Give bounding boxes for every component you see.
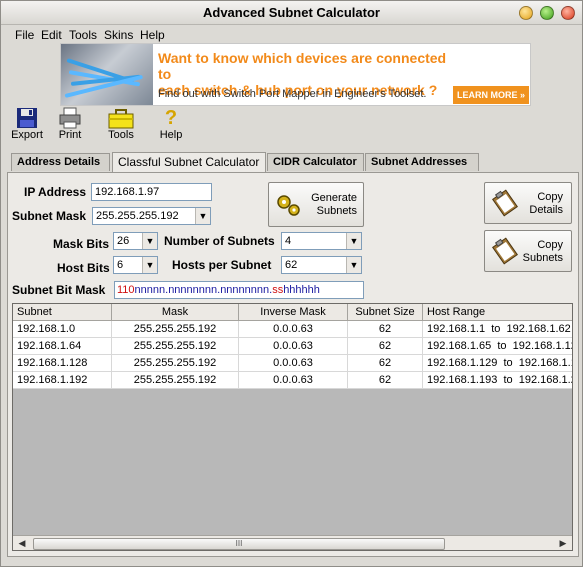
table-row[interactable]: 192.168.1.64 255.255.255.192 0.0.0.63 62… [13,338,572,355]
tools-button[interactable]: Tools [104,107,138,141]
help-button[interactable]: ? Help [158,107,184,141]
ad-banner[interactable]: Want to know which devices are connected… [60,43,531,106]
clipboard-icon [492,189,518,217]
number-of-subnets-label: Number of Subnets [164,234,275,248]
gears-icon [277,195,300,216]
host-bits-label: Host Bits [57,261,110,275]
generate-subnets-button[interactable]: Generate Subnets [268,182,364,227]
copy-details-button[interactable]: Copy Details [484,182,572,224]
menu-bar: File Edit Tools Skins Help [1,26,582,44]
minimize-button[interactable] [519,6,533,20]
table-row[interactable]: 192.168.1.128 255.255.255.192 0.0.0.63 6… [13,355,572,372]
table-row[interactable]: 192.168.1.192 255.255.255.192 0.0.0.63 6… [13,372,572,389]
tab-address-details[interactable]: Address Details [11,153,110,171]
toolbar: Export Print Tools ? Help [1,107,582,149]
horizontal-scrollbar[interactable]: ◀ III ▶ [13,535,572,550]
tab-classful-subnet-calculator[interactable]: Classful Subnet Calculator [112,152,266,172]
printer-icon [59,107,81,129]
close-button[interactable] [561,6,575,20]
floppy-disk-icon [17,108,37,128]
column-header-host-range[interactable]: Host Range [423,304,572,321]
column-header-inverse-mask[interactable]: Inverse Mask [239,304,348,321]
title-bar[interactable]: Advanced Subnet Calculator [1,1,582,25]
maximize-button[interactable] [540,6,554,20]
scroll-left-icon[interactable]: ◀ [14,536,30,550]
chevron-down-icon[interactable]: ▼ [346,233,361,249]
learn-more-button[interactable]: LEARN MORE » [453,86,529,104]
scroll-right-icon[interactable]: ▶ [555,536,571,550]
column-header-subnet-size[interactable]: Subnet Size [348,304,423,321]
copy-subnets-button[interactable]: Copy Subnets [484,230,572,272]
number-of-subnets-select[interactable]: 4 ▼ [281,232,362,250]
hosts-per-subnet-label: Hosts per Subnet [172,258,272,272]
menu-file[interactable]: File [15,28,34,42]
app-window: Advanced Subnet Calculator File Edit Too… [0,0,583,567]
chevron-down-icon[interactable]: ▼ [346,257,361,273]
chevron-down-icon[interactable]: ▼ [142,257,157,273]
menu-tools[interactable]: Tools [69,28,97,42]
table-row[interactable]: 192.168.1.0 255.255.255.192 0.0.0.63 62 … [13,321,572,338]
network-switch-image [61,44,153,105]
chevron-down-icon[interactable]: ▼ [195,208,210,224]
ip-address-input[interactable]: 192.168.1.97 [91,183,212,201]
window-title: Advanced Subnet Calculator [203,5,380,20]
subnet-mask-label: Subnet Mask [12,209,87,223]
chevron-down-icon[interactable]: ▼ [142,233,157,249]
menu-skins[interactable]: Skins [104,28,133,42]
table-header: Subnet Mask Inverse Mask Subnet Size Hos… [13,304,572,321]
scrollbar-thumb[interactable]: III [33,538,445,550]
tab-subnet-addresses[interactable]: Subnet Addresses [365,153,479,171]
toolbox-icon [108,109,134,129]
ip-address-label: IP Address [24,185,87,199]
menu-edit[interactable]: Edit [41,28,62,42]
subnet-bit-mask-label: Subnet Bit Mask [12,283,106,297]
clipboard-icon [492,237,518,265]
tab-cidr-calculator[interactable]: CIDR Calculator [267,153,364,171]
hosts-per-subnet-select[interactable]: 62 ▼ [281,256,362,274]
mask-bits-select[interactable]: 26 ▼ [113,232,158,250]
subnet-mask-select[interactable]: 255.255.255.192 ▼ [92,207,211,225]
subnet-bit-mask-value: 110nnnnn.nnnnnnnn.nnnnnnnn.sshhhhhh [114,281,364,299]
host-bits-select[interactable]: 6 ▼ [113,256,158,274]
print-button[interactable]: Print [55,107,85,141]
menu-help[interactable]: Help [140,28,165,42]
banner-subline: Find out with Switch Port Mapper in Engi… [158,88,427,100]
export-button[interactable]: Export [9,107,45,141]
question-mark-icon: ? [164,107,178,129]
subnet-table[interactable]: Subnet Mask Inverse Mask Subnet Size Hos… [12,303,573,551]
mask-bits-label: Mask Bits [53,237,110,251]
column-header-subnet[interactable]: Subnet [13,304,112,321]
column-header-mask[interactable]: Mask [112,304,239,321]
